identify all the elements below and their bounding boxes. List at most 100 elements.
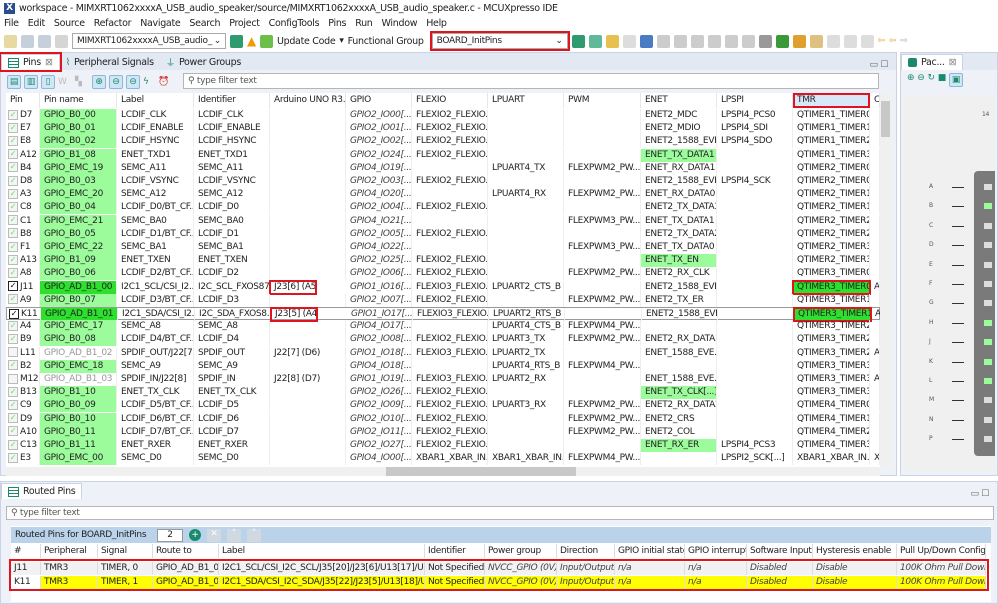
- menu-search[interactable]: Search: [189, 18, 220, 29]
- pin-cell[interactable]: ✓B8: [6, 228, 40, 241]
- pin-cell[interactable]: ✓E8: [6, 135, 40, 148]
- routed-table-row[interactable]: J11TMR3TIMER, 0GPIO_AD_B1_00I2C1_SCL/CSI…: [11, 562, 986, 575]
- package-pin[interactable]: [984, 281, 992, 287]
- link-icon[interactable]: [725, 35, 738, 48]
- menu-configtools[interactable]: ConfigTools: [269, 18, 320, 29]
- filter-icon[interactable]: ▚: [75, 77, 89, 87]
- column-header-tmr[interactable]: TMR: [793, 93, 870, 108]
- pin-checkbox[interactable]: ✓: [8, 255, 18, 265]
- menu-file[interactable]: File: [4, 18, 19, 29]
- package-pin[interactable]: [984, 262, 992, 268]
- pin-checkbox[interactable]: ✓: [8, 294, 18, 304]
- routed-column-header-direction[interactable]: Direction: [557, 544, 615, 558]
- pin-cell[interactable]: ✓C8: [6, 201, 40, 214]
- menu-project[interactable]: Project: [229, 18, 259, 29]
- alarm-icon[interactable]: ⏰: [158, 77, 170, 87]
- menu-refactor[interactable]: Refactor: [94, 18, 131, 29]
- monitor-icon[interactable]: [640, 35, 653, 48]
- pin-cell[interactable]: ✓B9: [6, 333, 40, 346]
- tab-peripheral-signals[interactable]: ⌇Peripheral Signals: [60, 54, 160, 70]
- routed-column-header-route-to[interactable]: Route to: [153, 544, 219, 558]
- table-row[interactable]: ✓K11GPIO_AD_B1_01I2C1_SDA/CSI_I2...I2C_S…: [6, 307, 880, 320]
- export-icon[interactable]: [55, 35, 68, 48]
- pin-cell[interactable]: ✓F1: [6, 241, 40, 254]
- folder-icon[interactable]: ■: [938, 73, 946, 87]
- new-icon[interactable]: [4, 35, 17, 48]
- move-down-icon[interactable]: ˅: [247, 529, 261, 542]
- pin-cell[interactable]: ✓L11: [6, 347, 40, 360]
- route-out-icon[interactable]: ⊖: [109, 75, 123, 89]
- menu-run[interactable]: Run: [355, 18, 372, 29]
- run-icon[interactable]: [776, 35, 789, 48]
- column-header-identifier[interactable]: Identifier: [194, 93, 270, 108]
- package-pin[interactable]: [984, 397, 992, 403]
- rotate-icon[interactable]: ↻: [928, 73, 935, 87]
- table-row[interactable]: ✓A4GPIO_EMC_17SEMC_A8SEMC_A8GPIO4_IO17[.…: [6, 320, 880, 333]
- column-header-gpio[interactable]: GPIO: [346, 93, 412, 108]
- routed-column-header-power-group[interactable]: Power group: [485, 544, 557, 558]
- pin-checkbox[interactable]: ✓: [8, 440, 18, 450]
- pin-cell[interactable]: ✓D7: [6, 109, 40, 122]
- pin-checkbox[interactable]: ✓: [8, 149, 18, 159]
- pin-checkbox[interactable]: ✓: [8, 321, 18, 331]
- pin-cell[interactable]: ✓A9: [6, 294, 40, 307]
- last-edit-icon[interactable]: ⇦: [878, 36, 885, 46]
- column-header-label[interactable]: Label: [117, 93, 194, 108]
- pins-vertical-scrollbar[interactable]: [880, 93, 891, 467]
- routed-column-header-identifier[interactable]: Identifier: [425, 544, 485, 558]
- show-package-icon[interactable]: ▯: [41, 75, 55, 89]
- pin-cell[interactable]: ✓J11: [6, 281, 40, 294]
- pin-checkbox[interactable]: ✓: [8, 215, 18, 225]
- update-code-dropdown-icon[interactable]: ▾: [339, 36, 343, 46]
- open-folder-icon[interactable]: [793, 35, 806, 48]
- pin-checkbox[interactable]: ✓: [8, 400, 18, 410]
- save-icon[interactable]: [21, 35, 34, 48]
- pins-tool-icon[interactable]: [572, 35, 585, 48]
- close-icon[interactable]: ⊠: [949, 57, 957, 68]
- pin-checkbox[interactable]: ✓: [8, 268, 18, 278]
- table-row[interactable]: ✓C9GPIO_B0_09LCDIF_D5/BT_CF...LCDIF_D5GP…: [6, 399, 880, 412]
- search-icon[interactable]: [742, 35, 755, 48]
- pin-checkbox[interactable]: ✓: [8, 426, 18, 436]
- package-pin[interactable]: [984, 223, 992, 229]
- pins-horizontal-scrollbar[interactable]: [6, 467, 880, 476]
- warning-icon[interactable]: ▲: [247, 34, 256, 48]
- pin-checkbox[interactable]: ✓: [8, 189, 18, 199]
- undo-icon[interactable]: [606, 35, 619, 48]
- view-icon[interactable]: ▣: [949, 73, 963, 87]
- pin-checkbox[interactable]: ✓: [8, 374, 18, 384]
- pin-checkbox[interactable]: ✓: [8, 413, 18, 423]
- table-row[interactable]: ✓L11GPIO_AD_B1_02SPDIF_OUT/J22[7]SPDIF_O…: [6, 347, 880, 360]
- menu-window[interactable]: Window: [382, 18, 418, 29]
- pin-cell[interactable]: ✓C1: [6, 215, 40, 228]
- routed-column-header-software-input-on[interactable]: Software Input On: [747, 544, 813, 558]
- zoom-in-icon[interactable]: ⊕: [907, 73, 914, 87]
- routed-column-header-label[interactable]: Label: [219, 544, 425, 558]
- pin-cell[interactable]: ✓C9: [6, 399, 40, 412]
- routed-column-header-gpio-interrupt[interactable]: GPIO interrupt: [685, 544, 747, 558]
- next-annotation-icon[interactable]: [844, 35, 857, 48]
- pin-cell[interactable]: ✓C13: [6, 439, 40, 452]
- table-row[interactable]: ✓B9GPIO_B0_08LCDIF_D4/BT_CF...LCDIF_D4GP…: [6, 333, 880, 346]
- clocks-tool-icon[interactable]: [589, 35, 602, 48]
- pin-cell[interactable]: ✓A4: [6, 320, 40, 333]
- tab-package[interactable]: Pac...⊠: [901, 54, 963, 70]
- table-row[interactable]: ✓A9GPIO_B0_07LCDIF_D3/BT_CF...LCDIF_D3GP…: [6, 294, 880, 307]
- routed-pins-count-input[interactable]: 2: [157, 529, 183, 542]
- update-code-button[interactable]: Update Code: [277, 36, 335, 47]
- pin-cell[interactable]: ✓A13: [6, 254, 40, 267]
- close-icon[interactable]: ⊠: [45, 57, 53, 68]
- scroll-thumb[interactable]: [881, 101, 890, 137]
- table-row[interactable]: ✓B8GPIO_B0_05LCDIF_D1/BT_CF...LCDIF_D1GP…: [6, 228, 880, 241]
- minimize-maximize-icon[interactable]: ▭ ☐: [970, 489, 989, 499]
- table-row[interactable]: ✓E7GPIO_B0_01LCDIF_ENABLELCDIF_ENABLEGPI…: [6, 122, 880, 135]
- column-header-lpspi[interactable]: LPSPI: [717, 93, 793, 108]
- step-icon[interactable]: [674, 35, 687, 48]
- power-icon[interactable]: ϟ: [143, 77, 155, 87]
- pin-checkbox[interactable]: ✓: [8, 347, 18, 357]
- pin-checkbox[interactable]: ✓: [8, 123, 18, 133]
- table-row[interactable]: ✓B13GPIO_B1_10ENET_TX_CLKENET_TX_CLKGPIO…: [6, 386, 880, 399]
- menu-navigate[interactable]: Navigate: [140, 18, 180, 29]
- pin-cell[interactable]: ✓D8: [6, 175, 40, 188]
- tab-power-groups[interactable]: ⏚Power Groups: [160, 54, 247, 70]
